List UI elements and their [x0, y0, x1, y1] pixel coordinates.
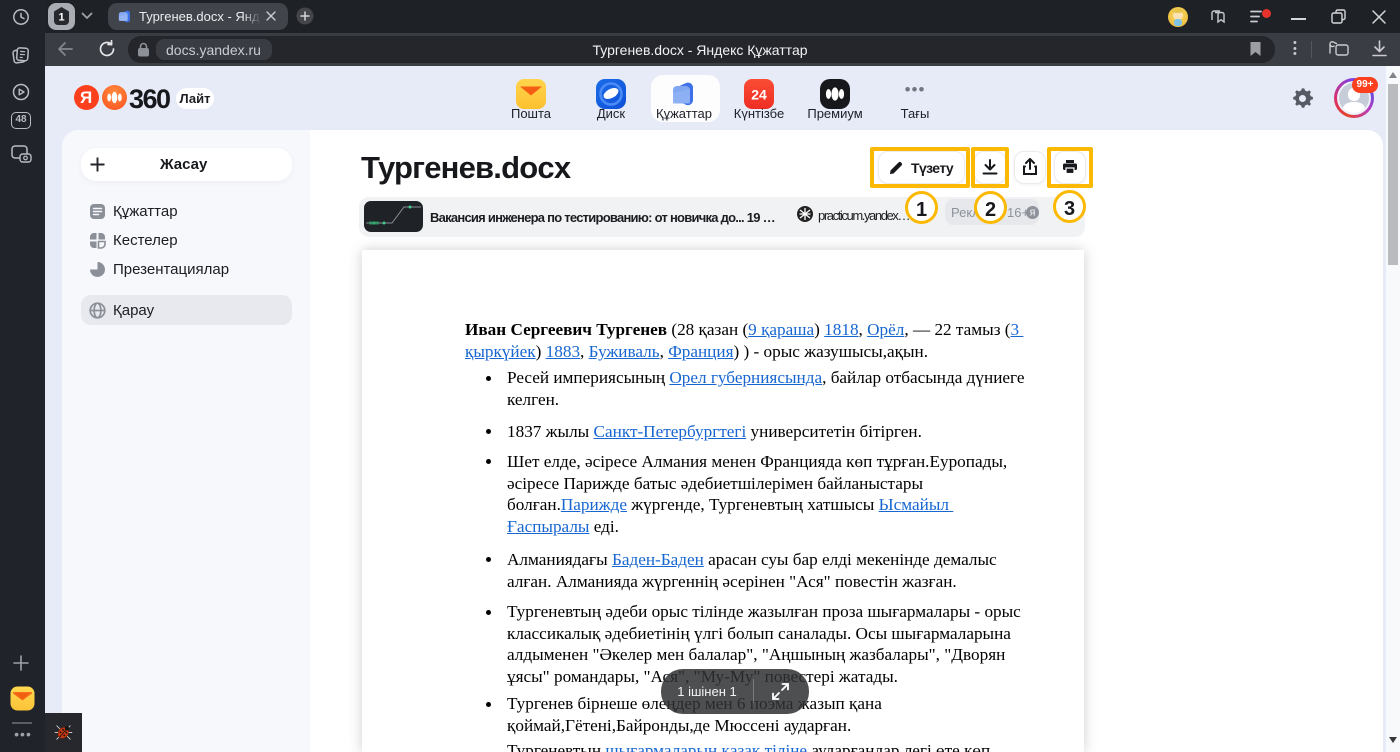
svg-text:24: 24	[751, 87, 767, 103]
svg-text:1: 1	[58, 12, 64, 24]
svg-text:Я: Я	[1030, 209, 1036, 218]
